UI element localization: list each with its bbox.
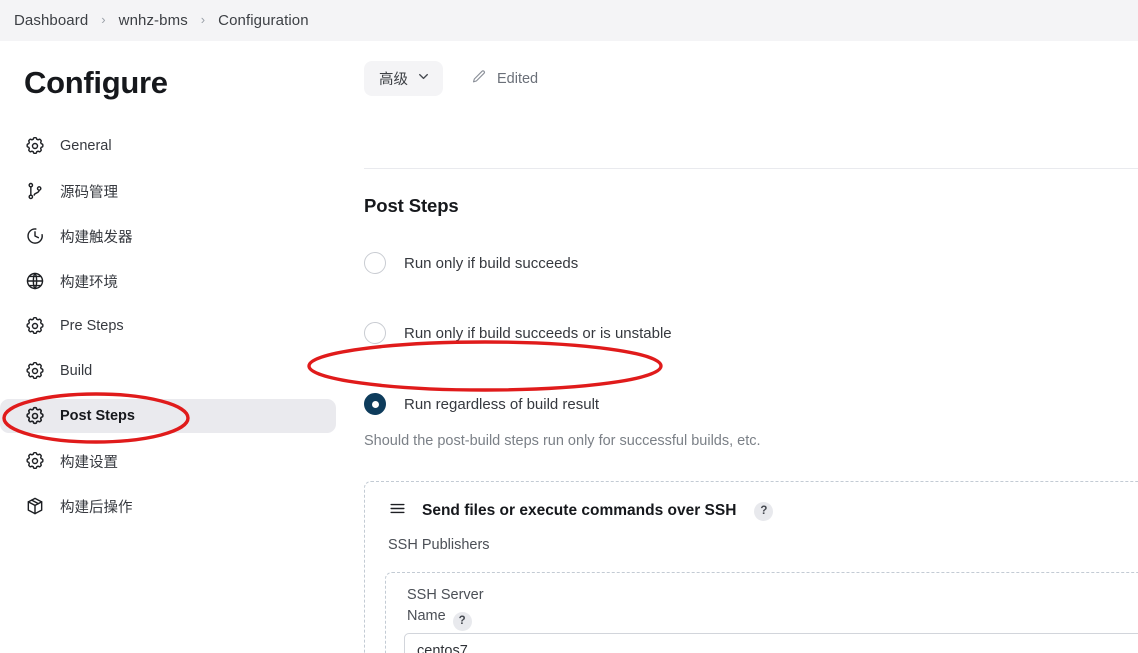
breadcrumb-separator: › [200, 12, 206, 27]
edited-label: Edited [497, 70, 539, 87]
gear-icon [24, 136, 45, 157]
ssh-publisher-panel: Send files or execute commands over SSH … [364, 481, 1138, 653]
sidebar: Configure General 源码管理 构建触发器 构建环境 Pre St… [0, 41, 337, 653]
sidebar-nav: General 源码管理 构建触发器 构建环境 Pre Steps Build … [0, 129, 337, 534]
sidebar-item-label: 构建后操作 [60, 499, 133, 516]
gear-icon [24, 361, 45, 382]
post-steps-help-text: Should the post-build steps run only for… [364, 433, 761, 449]
radio-label: Run regardless of build result [404, 395, 600, 413]
radio-label: Run only if build succeeds or is unstabl… [404, 324, 672, 342]
breadcrumb-item-configuration[interactable]: Configuration [218, 12, 309, 29]
help-icon[interactable]: ? [452, 612, 472, 631]
globe-icon [24, 271, 45, 292]
radio-indicator-selected[interactable] [364, 393, 386, 415]
breadcrumb: Dashboard › wnhz-bms › Configuration [0, 0, 1138, 41]
radio-indicator[interactable] [364, 322, 386, 344]
sidebar-item-label: Pre Steps [60, 318, 124, 334]
clock-icon [24, 226, 45, 247]
radio-indicator[interactable] [364, 252, 386, 274]
sidebar-item-build-environment[interactable]: 构建环境 [0, 264, 336, 298]
config-mode-dropdown[interactable]: 高级 [364, 61, 443, 96]
edited-status: Edited [471, 69, 538, 89]
sidebar-item-build-settings[interactable]: 构建设置 [0, 444, 336, 478]
pencil-icon [471, 69, 487, 89]
package-icon [24, 496, 45, 517]
app-root: Dashboard › wnhz-bms › Configuration Con… [0, 0, 1138, 653]
hamburger-drag-icon[interactable] [388, 499, 407, 523]
gear-icon [24, 406, 45, 427]
sidebar-item-label: 源码管理 [60, 184, 118, 201]
sidebar-item-label: Post Steps [60, 408, 135, 424]
radio-label: Run only if build succeeds [404, 254, 579, 272]
radio-run-only-if-build-succeeds-or-unstable[interactable]: Run only if build succeeds or is unstabl… [364, 322, 672, 344]
chevron-down-icon [417, 70, 430, 87]
section-title-post-steps: Post Steps [364, 195, 459, 216]
config-toolbar: 高级 Edited [364, 61, 538, 96]
radio-run-regardless-of-build-result[interactable]: Run regardless of build result [364, 393, 599, 415]
sidebar-item-general[interactable]: General [0, 129, 336, 163]
sidebar-item-pre-steps[interactable]: Pre Steps [0, 309, 336, 343]
ssh-panel-header: Send files or execute commands over SSH … [388, 499, 774, 523]
sidebar-item-post-build-actions[interactable]: 构建后操作 [0, 489, 336, 523]
breadcrumb-item-project[interactable]: wnhz-bms [119, 12, 188, 29]
sidebar-item-build-triggers[interactable]: 构建触发器 [0, 219, 336, 253]
ssh-server-name-label: SSH Server Name? [407, 585, 507, 631]
sidebar-item-label: Build [60, 363, 93, 379]
ssh-server-name-label-line1: SSH Server [407, 587, 484, 603]
toolbar-divider [364, 168, 1138, 169]
main-content: 高级 Edited Post Steps Run only if build s… [337, 41, 1138, 653]
gear-icon [24, 316, 45, 337]
breadcrumb-item-dashboard[interactable]: Dashboard [14, 12, 88, 29]
sidebar-item-label: General [60, 138, 112, 154]
ssh-server-panel: SSH Server Name? [385, 572, 1138, 653]
gear-icon [24, 451, 45, 472]
config-mode-label: 高级 [379, 72, 408, 88]
ssh-panel-title: Send files or execute commands over SSH [422, 502, 737, 519]
ssh-publishers-label: SSH Publishers [388, 537, 490, 553]
radio-run-only-if-build-succeeds[interactable]: Run only if build succeeds [364, 252, 578, 274]
sidebar-item-source-code-management[interactable]: 源码管理 [0, 174, 336, 208]
ssh-server-name-label-line2: Name [407, 608, 446, 624]
help-icon[interactable]: ? [754, 501, 774, 521]
sidebar-item-post-steps[interactable]: Post Steps [0, 399, 336, 433]
sidebar-item-label: 构建环境 [60, 274, 118, 291]
sidebar-item-label: 构建触发器 [60, 229, 133, 246]
git-branch-icon [24, 181, 45, 202]
sidebar-item-label: 构建设置 [60, 454, 118, 471]
ssh-server-name-input[interactable] [404, 633, 1138, 653]
page-title: Configure [24, 65, 168, 100]
sidebar-item-build[interactable]: Build [0, 354, 336, 388]
breadcrumb-separator: › [101, 12, 106, 27]
